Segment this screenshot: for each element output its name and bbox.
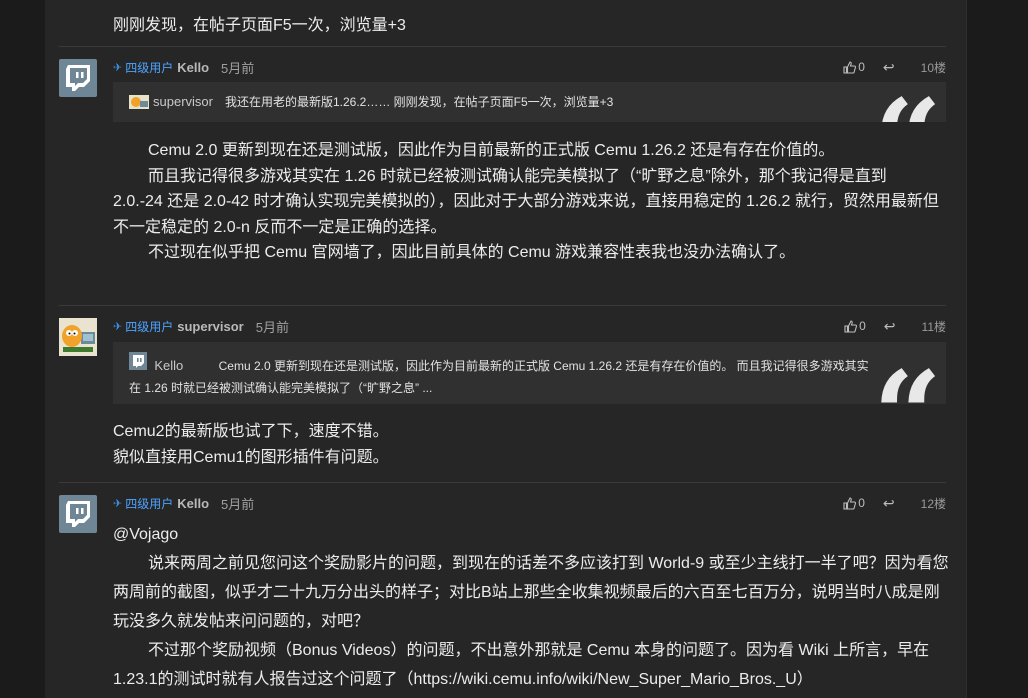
user-level: 四级用户 (125, 60, 174, 75)
level-icon: ✈ (113, 61, 123, 74)
post-actions: 0 ↩ 12楼 (843, 494, 946, 512)
paragraph: Cemu2的最新版也试了下，速度不错。 (113, 423, 389, 440)
avatar[interactable] (59, 318, 97, 356)
post-12: ✈ 四级用户 Kello 5月前 0 ↩ 12楼 @Vojago 说来两周之前见… (45, 494, 966, 698)
like-count: 0 (858, 496, 865, 510)
like-count: 0 (859, 319, 866, 333)
floor-number[interactable]: 11楼 (922, 318, 946, 335)
post-time: 5月前 (221, 60, 255, 76)
post-actions: 0 ↩ 10楼 (843, 58, 946, 76)
quote-block[interactable]: “ supervisor 我还在用老的最新版1.26.2…… 刚刚发现，在帖子页… (113, 82, 946, 122)
like-count: 0 (858, 60, 865, 74)
like-button[interactable]: 0 (843, 496, 865, 510)
floor-number[interactable]: 10楼 (921, 59, 946, 76)
reply-icon[interactable]: ↩ (883, 59, 895, 76)
level-icon: ✈ (113, 320, 123, 333)
post-11: ✈ 四级用户 supervisor 5月前 0 ↩ 11楼 “ Kello Ce… (45, 317, 966, 477)
post-body: Cemu 2.0 更新到现在还是测试版，因此作为目前最新的正式版 Cemu 1.… (113, 138, 953, 266)
thumbs-up-icon (843, 60, 857, 74)
quote-text: 我还在用老的最新版1.26.2…… 刚刚发现，在帖子页面F5一次，浏览量+3 (224, 95, 614, 109)
twitch-icon (66, 501, 90, 527)
reply-icon[interactable]: ↩ (884, 318, 896, 335)
garfield-avatar (59, 318, 97, 356)
post-meta: ✈ 四级用户 Kello 5月前 (113, 494, 254, 512)
quote-text-continued: 在 1.26 时就已经被测试确认能完美模拟了（“旷野之息” ... (129, 381, 433, 395)
username[interactable]: Kello (177, 496, 209, 511)
paragraph: 貌似直接用Cemu1的图形插件有问题。 (113, 448, 389, 466)
user-level: 四级用户 (125, 319, 174, 334)
username[interactable]: Kello (177, 60, 209, 75)
quote-header: supervisor 我还在用老的最新版1.26.2…… 刚刚发现，在帖子页面F… (129, 93, 613, 110)
quote-username[interactable]: Kello (154, 358, 183, 373)
paragraph: 说来两周之前见您问这个奖励影片的问题，到现在的话差不多应该打到 World-9 … (113, 555, 949, 630)
previous-post-tail: 刚刚发现，在帖子页面F5一次，浏览量+3 (113, 17, 406, 34)
post-10: ✈ 四级用户 Kello 5月前 0 ↩ 10楼 “ supervisor 我还… (45, 58, 966, 298)
like-button[interactable]: 0 (844, 319, 866, 333)
post-time: 5月前 (255, 319, 289, 335)
like-button[interactable]: 0 (843, 60, 865, 74)
avatar[interactable] (59, 59, 97, 97)
post-meta: ✈ 四级用户 supervisor 5月前 (113, 317, 289, 335)
paragraph: 2.0.-24 还是 2.0-42 时才确认实现完美模拟的），因此对于大部分游戏… (113, 193, 939, 236)
twitch-icon (66, 65, 90, 91)
post-actions: 0 ↩ 11楼 (844, 317, 946, 335)
garfield-avatar (129, 94, 149, 109)
post-divider (59, 305, 946, 306)
quote-mark-icon: “ (873, 84, 942, 123)
post-divider (59, 46, 946, 47)
paragraph: 而且我记得很多游戏其实在 1.26 时就已经被测试确认能完美模拟了（“旷野之息”… (148, 167, 887, 185)
reply-icon[interactable]: ↩ (883, 495, 895, 512)
thumbs-up-icon (844, 319, 858, 333)
post-body: Cemu2的最新版也试了下，速度不错。 貌似直接用Cemu1的图形插件有问题。 (113, 419, 953, 470)
quote-header: Kello Cemu 2.0 更新到现在还是测试版，因此作为目前最新的正式版 C… (129, 352, 930, 374)
user-level: 四级用户 (125, 496, 174, 511)
twitch-icon (129, 352, 147, 370)
post-body: @Vojago 说来两周之前见您问这个奖励影片的问题，到现在的话差不多应该打到 … (113, 520, 953, 694)
quote-username[interactable]: supervisor (153, 94, 213, 109)
quote-block[interactable]: “ Kello Cemu 2.0 更新到现在还是测试版，因此作为目前最新的正式版… (113, 342, 946, 404)
mention[interactable]: @Vojago (113, 520, 953, 549)
quote-text: Cemu 2.0 更新到现在还是测试版，因此作为目前最新的正式版 Cemu 1.… (218, 359, 869, 373)
paragraph: 不过那个奖励视频（Bonus Videos）的问题，不出意外那就是 Cemu 本… (113, 642, 930, 688)
thumbs-up-icon (843, 496, 857, 510)
post-time: 5月前 (221, 496, 255, 512)
scrollbar-track[interactable] (966, 0, 967, 698)
level-icon: ✈ (113, 497, 123, 510)
username[interactable]: supervisor (177, 319, 243, 334)
avatar[interactable] (59, 495, 97, 533)
paragraph: 不过现在似乎把 Cemu 官网墙了，因此目前具体的 Cemu 游戏兼容性表我也没… (148, 244, 796, 261)
paragraph: Cemu 2.0 更新到现在还是测试版，因此作为目前最新的正式版 Cemu 1.… (148, 142, 835, 159)
floor-number[interactable]: 12楼 (921, 495, 946, 512)
post-meta: ✈ 四级用户 Kello 5月前 (113, 58, 254, 76)
post-divider (59, 482, 946, 483)
